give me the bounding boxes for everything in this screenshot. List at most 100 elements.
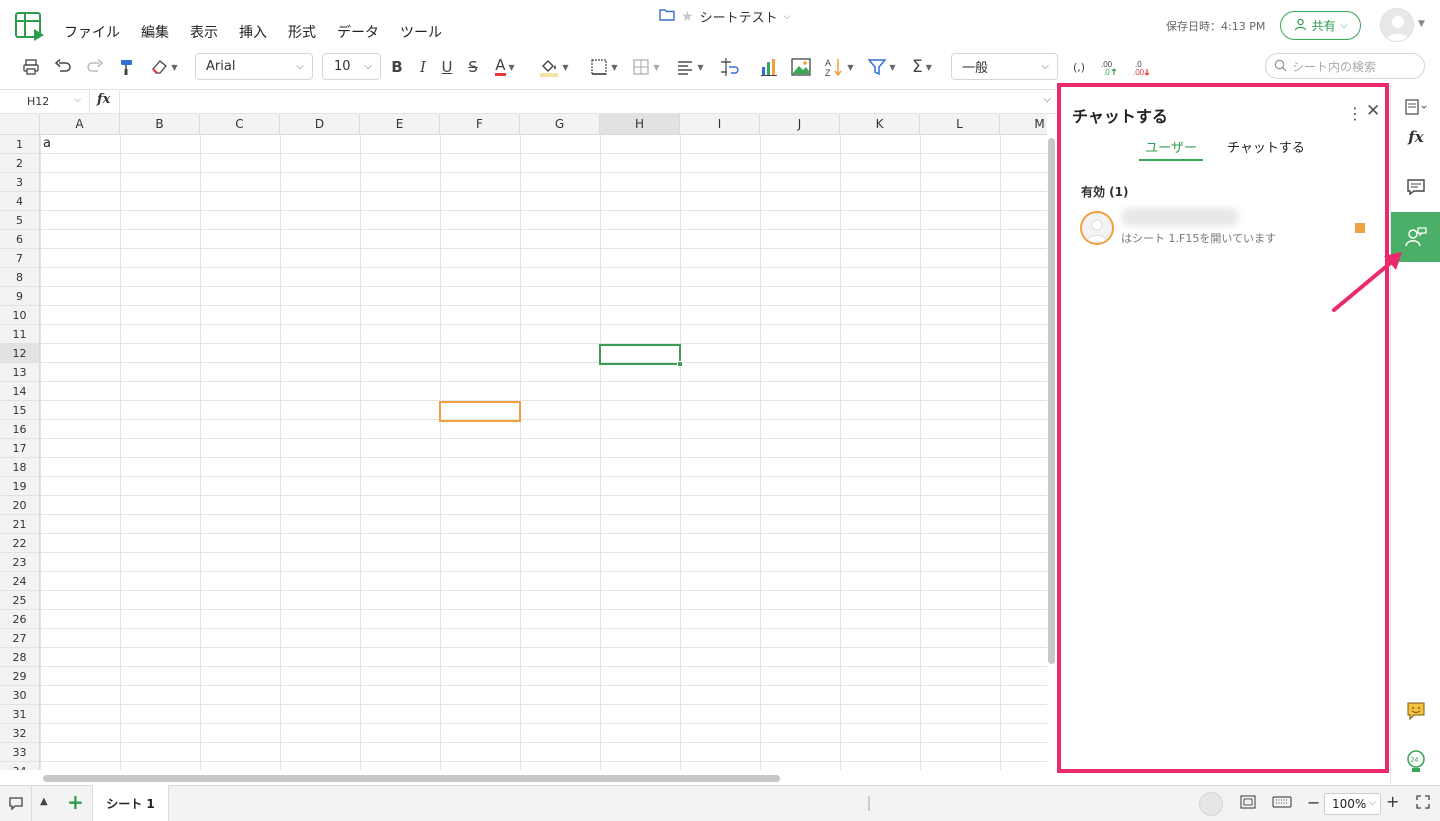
row-header-7[interactable]: 7 <box>0 249 40 268</box>
sheet-list-icon[interactable]: ▲ <box>40 796 48 807</box>
collaborator-avatar[interactable] <box>1080 211 1114 245</box>
column-header-g[interactable]: G <box>520 114 600 135</box>
thousands-separator-icon[interactable]: (,) <box>1068 54 1090 80</box>
column-header-l[interactable]: L <box>920 114 1000 135</box>
fill-color-icon[interactable]: ▼ <box>536 54 572 80</box>
tab-users[interactable]: ユーザー <box>1139 135 1203 161</box>
fill-handle[interactable] <box>677 361 683 367</box>
select-all-corner[interactable] <box>0 114 40 135</box>
column-header-i[interactable]: I <box>680 114 760 135</box>
row-header-17[interactable]: 17 <box>0 439 40 458</box>
row-header-31[interactable]: 31 <box>0 705 40 724</box>
row-header-11[interactable]: 11 <box>0 325 40 344</box>
filter-icon[interactable]: ▼ <box>864 54 900 80</box>
merge-cells-icon[interactable]: ▼ <box>628 54 664 80</box>
row-header-12[interactable]: 12 <box>0 344 40 363</box>
row-header-15[interactable]: 15 <box>0 401 40 420</box>
decrease-decimal-icon[interactable]: .0.00 <box>1130 54 1152 80</box>
add-sheet-button[interactable]: + <box>67 790 84 814</box>
more-options-icon[interactable]: ⋮ <box>1347 104 1363 123</box>
print-icon[interactable] <box>20 54 42 80</box>
spreadsheet-grid[interactable]: A B C D E F G H I J K L M 1 2 3 4 5 6 7 8 9 10 11 12 13 14 15 16 17 18… <box>0 114 1047 770</box>
row-header-32[interactable]: 32 <box>0 724 40 743</box>
column-header-h[interactable]: H <box>600 114 680 135</box>
sum-icon[interactable]: Σ ▼ <box>906 54 938 80</box>
font-size-select[interactable]: 10 ⌵ <box>322 53 381 80</box>
freeze-view-icon[interactable] <box>1240 794 1256 814</box>
row-header-33[interactable]: 33 <box>0 743 40 762</box>
redo-icon[interactable] <box>84 54 106 80</box>
font-family-select[interactable]: Arial ⌵ <box>195 53 313 80</box>
row-header-19[interactable]: 19 <box>0 477 40 496</box>
row-header-3[interactable]: 3 <box>0 173 40 192</box>
row-header-29[interactable]: 29 <box>0 667 40 686</box>
zoom-select[interactable]: 100% ⌵ <box>1324 793 1381 815</box>
row-header-23[interactable]: 23 <box>0 553 40 572</box>
menu-edit[interactable]: 編集 <box>141 22 169 42</box>
column-header-f[interactable]: F <box>440 114 520 135</box>
underline-button[interactable]: U <box>438 54 456 80</box>
menu-format[interactable]: 形式 <box>288 22 316 42</box>
borders-icon[interactable]: ▼ <box>586 54 622 80</box>
collaborator-avatar[interactable] <box>1199 792 1223 816</box>
chevron-down-icon[interactable]: ⌵ <box>1043 94 1051 105</box>
sheet-tab[interactable]: シート 1 <box>92 785 169 821</box>
row-header-10[interactable]: 10 <box>0 306 40 325</box>
undo-icon[interactable] <box>52 54 74 80</box>
zoom-out-button[interactable]: − <box>1307 793 1320 812</box>
clear-format-icon[interactable]: ▼ <box>148 54 180 80</box>
menu-tools[interactable]: ツール <box>400 22 442 42</box>
zoom-in-button[interactable]: + <box>1386 792 1399 811</box>
sheet-app-logo-icon[interactable] <box>14 11 46 41</box>
wrap-text-icon[interactable] <box>716 54 742 80</box>
row-header-26[interactable]: 26 <box>0 610 40 629</box>
column-header-m[interactable]: M <box>1000 114 1047 135</box>
number-format-select[interactable]: 一般 ⌵ <box>951 53 1058 80</box>
row-header-6[interactable]: 6 <box>0 230 40 249</box>
column-header-b[interactable]: B <box>120 114 200 135</box>
increase-decimal-icon[interactable]: .00.0 <box>1098 54 1120 80</box>
row-header-21[interactable]: 21 <box>0 515 40 534</box>
share-button[interactable]: 共有 ⌵ <box>1280 11 1361 40</box>
row-header-14[interactable]: 14 <box>0 382 40 401</box>
keyboard-icon[interactable] <box>1272 794 1292 814</box>
formula-input[interactable] <box>126 94 1026 110</box>
row-header-30[interactable]: 30 <box>0 686 40 705</box>
cell-area[interactable] <box>40 135 1047 770</box>
bold-button[interactable]: B <box>388 54 406 80</box>
chevron-down-icon[interactable]: ▼ <box>1418 19 1425 29</box>
italic-button[interactable]: I <box>414 54 432 80</box>
menu-data[interactable]: データ <box>337 22 379 42</box>
column-header-e[interactable]: E <box>360 114 440 135</box>
row-header-22[interactable]: 22 <box>0 534 40 553</box>
comments-icon[interactable] <box>1391 164 1440 210</box>
row-header-18[interactable]: 18 <box>0 458 40 477</box>
folder-icon[interactable] <box>659 8 675 25</box>
row-header-1[interactable]: 1 <box>0 135 40 154</box>
star-icon[interactable]: ★ <box>681 9 694 25</box>
row-header-25[interactable]: 25 <box>0 591 40 610</box>
close-icon[interactable]: ✕ <box>1366 101 1380 121</box>
fullscreen-icon[interactable] <box>1416 795 1430 813</box>
feedback-icon[interactable] <box>1391 688 1440 734</box>
align-left-icon[interactable]: ▼ <box>672 54 708 80</box>
cell-a1[interactable]: a <box>43 136 51 151</box>
row-header-4[interactable]: 4 <box>0 192 40 211</box>
row-header-34[interactable]: 34 <box>0 762 40 770</box>
menu-file[interactable]: ファイル <box>64 22 120 42</box>
horizontal-scrollbar[interactable] <box>43 775 780 782</box>
function-icon[interactable]: fx <box>97 92 110 107</box>
row-header-20[interactable]: 20 <box>0 496 40 515</box>
row-header-24[interactable]: 24 <box>0 572 40 591</box>
active-cell-selection[interactable] <box>599 344 683 367</box>
row-header-13[interactable]: 13 <box>0 363 40 382</box>
strikethrough-button[interactable]: S <box>464 54 482 80</box>
name-box[interactable]: H12 ⌵ <box>0 90 90 113</box>
row-header-9[interactable]: 9 <box>0 287 40 306</box>
resize-handle[interactable] <box>868 796 870 811</box>
row-header-8[interactable]: 8 <box>0 268 40 287</box>
image-icon[interactable] <box>790 54 812 80</box>
format-painter-icon[interactable] <box>116 54 138 80</box>
font-color-button[interactable]: A ▼ <box>489 54 521 80</box>
sort-icon[interactable]: AZ ▼ <box>822 54 856 80</box>
